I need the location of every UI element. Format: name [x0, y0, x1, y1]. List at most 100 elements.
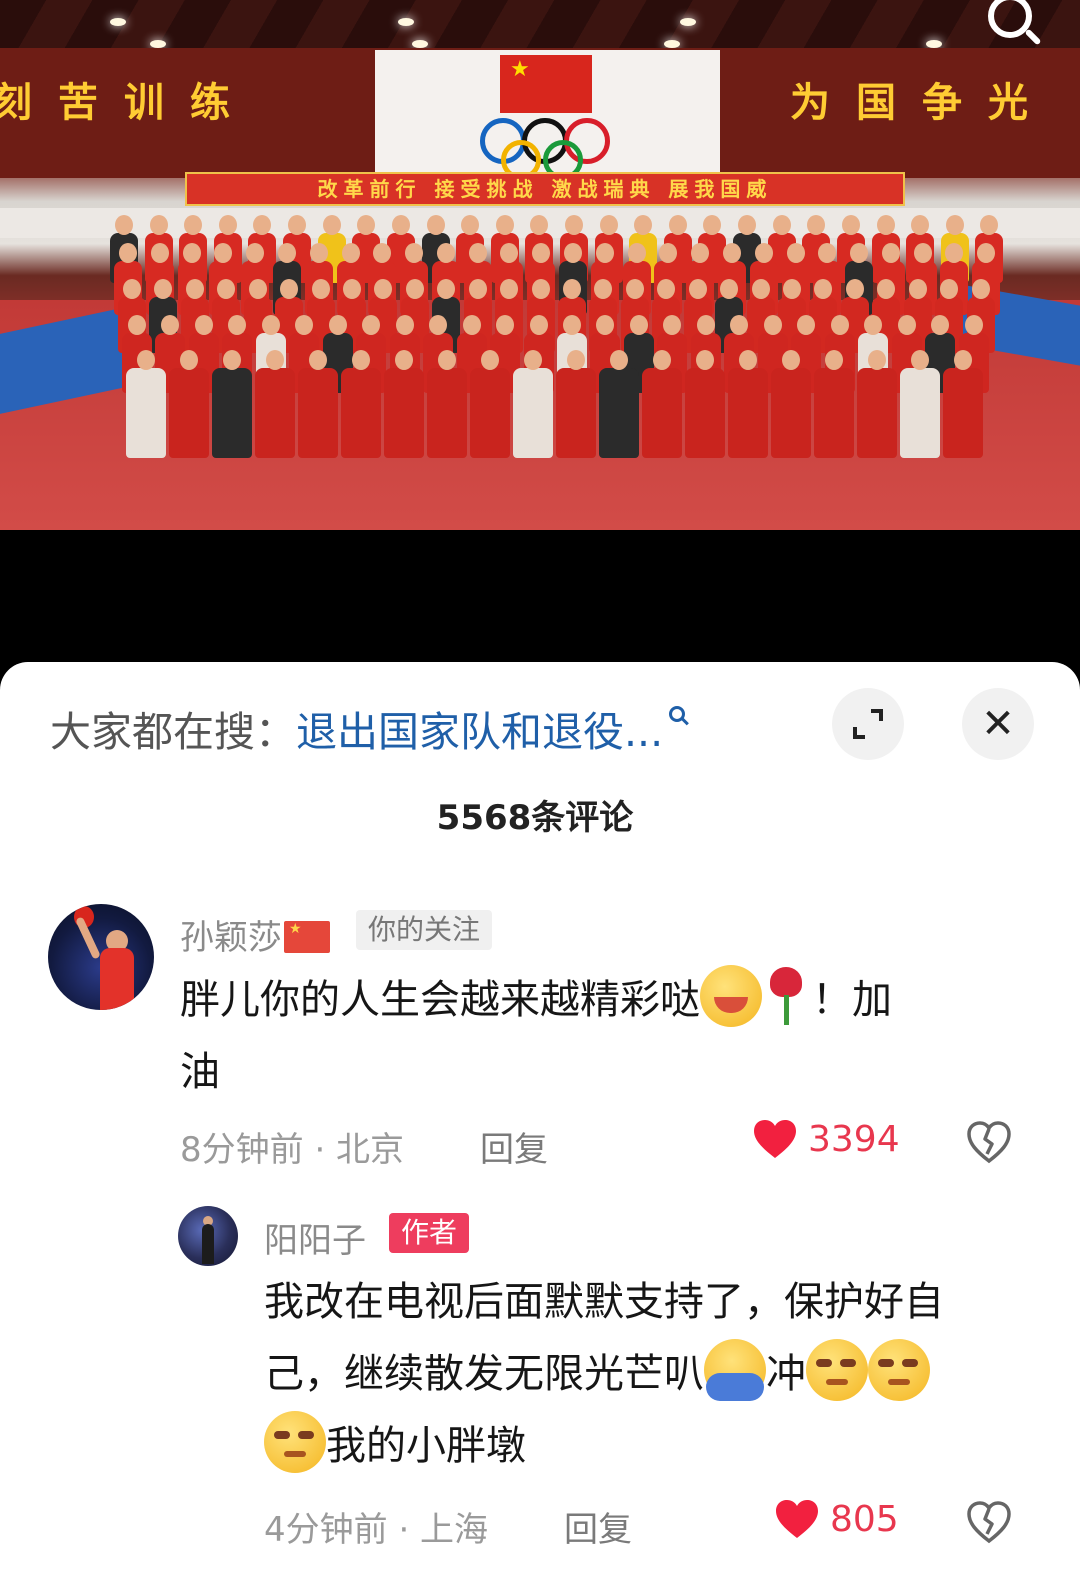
heart-icon [754, 1120, 796, 1158]
team-member-head [185, 279, 204, 299]
broken-heart-icon[interactable] [966, 1120, 1012, 1164]
team-member [900, 368, 940, 458]
team-member-head [627, 243, 646, 263]
like-count: 3394 [808, 1118, 900, 1160]
comment-text-part: 胖儿你的人生会越来越精彩哒 [180, 977, 700, 1023]
team-member-head [565, 215, 583, 235]
team-member-head [194, 315, 213, 335]
team-member [728, 368, 768, 458]
team-member-head [971, 279, 990, 299]
team-member-head [945, 215, 964, 235]
comment-time-location: 8分钟前 · 北京 [180, 1130, 405, 1170]
team-member-head [395, 315, 414, 335]
like-button[interactable]: 3394 [752, 1118, 900, 1160]
team-member-head [426, 215, 445, 235]
reply-text-part: 我的小胖墩 [326, 1423, 526, 1469]
expand-button[interactable] [832, 688, 904, 760]
team-group [90, 215, 1040, 458]
team-member-head [123, 279, 141, 299]
trending-search[interactable]: 大家都在搜： 退出国家队和退役... [50, 698, 686, 758]
ceiling-light [664, 40, 680, 48]
team-member [169, 368, 209, 458]
team-member-head [751, 279, 770, 299]
close-button[interactable]: ✕ [962, 688, 1034, 760]
team-member-head [328, 315, 347, 335]
team-member-head [818, 243, 837, 263]
team-member-head [786, 243, 805, 263]
reply-button[interactable]: 回复 [480, 1122, 548, 1171]
hug-emoji-icon [704, 1339, 766, 1401]
team-member-head [881, 243, 900, 263]
trending-search-query[interactable]: 退出国家队和退役... [296, 698, 663, 758]
team-member-head [529, 315, 548, 335]
team-member-head [311, 279, 330, 299]
team-member-head [357, 215, 376, 235]
ceiling-light [150, 40, 166, 48]
team-member-head [964, 315, 983, 335]
avatar[interactable] [178, 1206, 238, 1266]
reply-button[interactable]: 回复 [564, 1502, 632, 1551]
team-member [341, 368, 381, 458]
reply-time-location: 4分钟前 · 上海 [264, 1510, 489, 1550]
team-member-head [309, 350, 327, 370]
team-member-head [184, 215, 203, 235]
team-member-head [830, 315, 849, 335]
close-icon: ✕ [981, 701, 1015, 747]
username-text[interactable]: 孙颖莎 [180, 918, 282, 958]
team-member-head [150, 243, 169, 263]
like-button[interactable]: 805 [774, 1498, 899, 1540]
reply-text-part: 冲 [766, 1351, 806, 1397]
avatar[interactable] [48, 904, 154, 1010]
following-badge: 你的关注 [356, 910, 493, 950]
china-flag-icon [284, 921, 330, 953]
team-member-head [825, 350, 843, 370]
team-member-head [567, 350, 585, 370]
team-member-head [696, 350, 714, 370]
team-member-head [495, 215, 514, 235]
search-icon[interactable] [988, 0, 1032, 38]
team-member-head [911, 215, 930, 235]
team-member-head [772, 215, 791, 235]
team-member-head [653, 350, 671, 370]
team-member-head [845, 279, 864, 299]
reply-text[interactable]: 我改在电视后面默默支持了，保护好自 己，继续散发无限光芒叭 冲 我的小胖墩 [264, 1266, 1054, 1482]
team-member-head [261, 315, 280, 335]
team-member-head [182, 243, 201, 263]
team-member-head [782, 350, 800, 370]
team-member-head [841, 215, 860, 235]
reply-text-part: 己，继续散发无限光芒叭 [264, 1351, 704, 1397]
ceiling-light [110, 18, 126, 26]
team-member-head [115, 215, 133, 235]
team-member-head [722, 243, 741, 263]
broken-heart-icon[interactable] [966, 1500, 1012, 1544]
team-member-head [738, 215, 757, 235]
comment-text[interactable]: 胖儿你的人生会越来越精彩哒 ！加 油 [180, 964, 1020, 1108]
team-member-head [405, 243, 424, 263]
team-member [599, 368, 639, 458]
team-member-head [309, 243, 328, 263]
team-member-head [531, 279, 550, 299]
comment-username[interactable]: 孙颖莎 [180, 910, 330, 959]
ceiling-light [398, 18, 414, 26]
wall-slogan-right: 为国争光 [790, 79, 1054, 126]
team-member-head [629, 315, 648, 335]
china-flag: ★ [500, 55, 592, 113]
team-member [513, 368, 553, 458]
team-member-head [343, 279, 361, 299]
expand-icon [853, 709, 883, 739]
team-member-head [563, 279, 581, 299]
team-member-head [668, 215, 687, 235]
rose-emoji-icon [762, 965, 812, 1027]
grin-emoji-icon [700, 965, 762, 1027]
team-member-head [954, 350, 972, 370]
team-member-head [730, 315, 749, 335]
team-member-head [524, 350, 542, 370]
post-photo[interactable]: 刻苦训练 为国争光 ★ 改革前行 接受挑战 激战瑞典 展我国威 [0, 0, 1080, 530]
like-count: 805 [830, 1498, 899, 1540]
smirk-emoji-icon [868, 1339, 930, 1401]
reply-username[interactable]: 阳阳子 [264, 1213, 366, 1262]
team-member-head [739, 350, 757, 370]
trending-search-prefix: 大家都在搜： [50, 708, 296, 756]
team-member [642, 368, 682, 458]
team-member [857, 368, 897, 458]
